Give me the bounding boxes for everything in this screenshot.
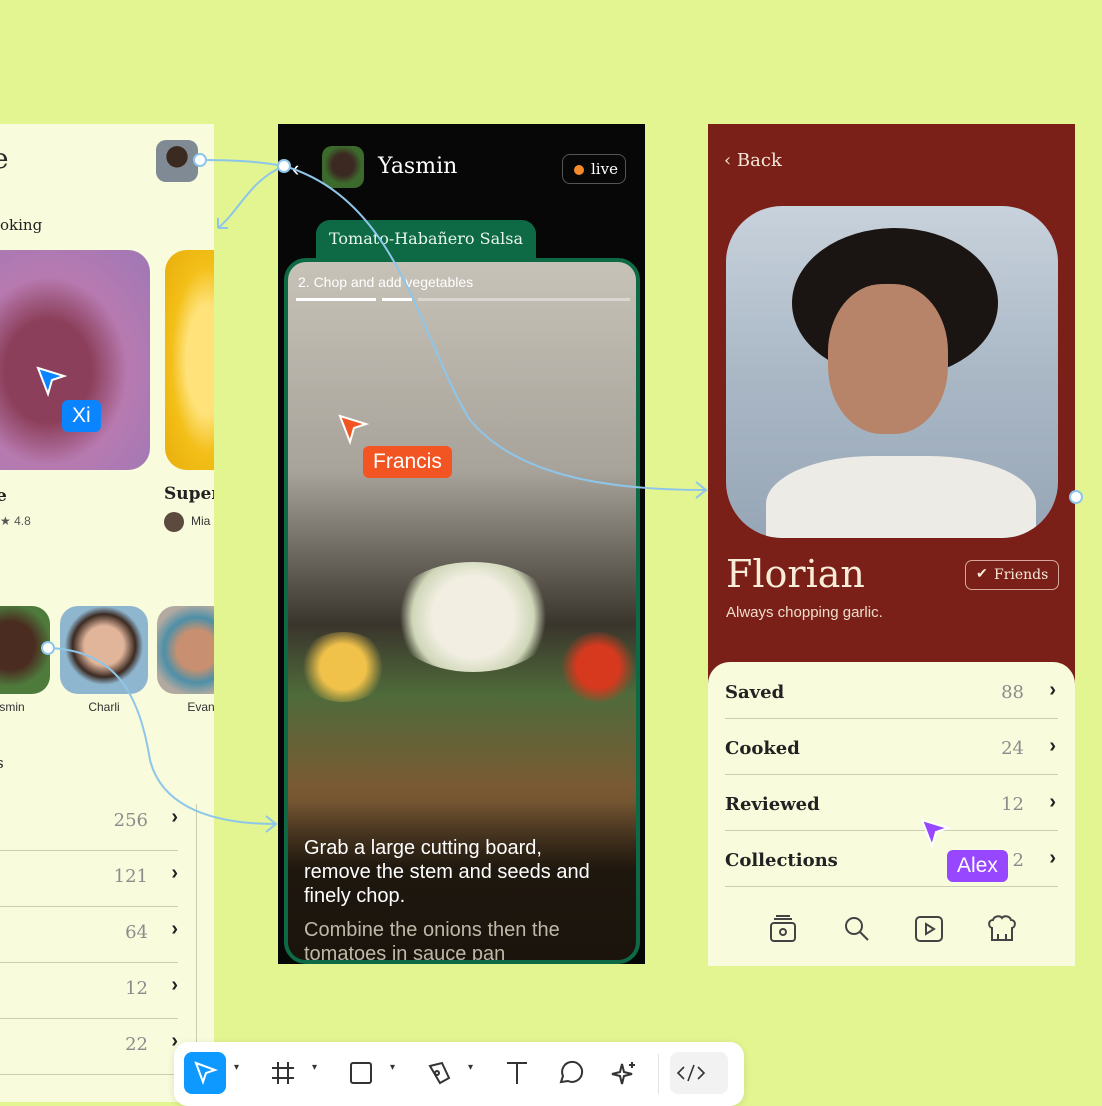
cursor-xi-icon <box>36 366 68 398</box>
chevron-down-icon[interactable]: ▾ <box>390 1062 395 1073</box>
code-icon <box>676 1064 706 1082</box>
rectangle-tool-button[interactable] <box>340 1052 382 1094</box>
cursor-francis-icon <box>338 414 370 446</box>
pen-tool-button[interactable] <box>418 1052 460 1094</box>
chevron-down-icon[interactable]: ▾ <box>312 1062 317 1073</box>
frame-tool-button[interactable] <box>262 1052 304 1094</box>
frame-icon <box>272 1062 294 1084</box>
sparkle-icon <box>611 1062 635 1085</box>
actions-tool-button[interactable] <box>604 1052 646 1094</box>
chevron-down-icon[interactable]: ▾ <box>234 1062 239 1073</box>
rectangle-icon <box>350 1062 372 1084</box>
pen-icon <box>428 1061 451 1085</box>
comment-tool-button[interactable] <box>550 1052 592 1094</box>
cursor-arrow-icon <box>194 1061 219 1086</box>
cursor-label-xi: Xi <box>62 400 101 432</box>
comment-icon <box>559 1060 584 1084</box>
cursor-label-alex: Alex <box>947 850 1008 882</box>
text-tool-button[interactable] <box>496 1052 538 1094</box>
chevron-down-icon[interactable]: ▾ <box>468 1062 473 1073</box>
dev-mode-toggle[interactable] <box>670 1052 728 1094</box>
move-tool-button[interactable] <box>184 1052 226 1094</box>
prototype-connectors <box>41 153 1083 833</box>
cursor-alex-icon <box>920 818 952 850</box>
cursor-label-francis: Francis <box>363 446 452 478</box>
design-toolbar: ▾ ▾ ▾ ▾ <box>174 1042 744 1106</box>
text-icon <box>507 1062 527 1084</box>
